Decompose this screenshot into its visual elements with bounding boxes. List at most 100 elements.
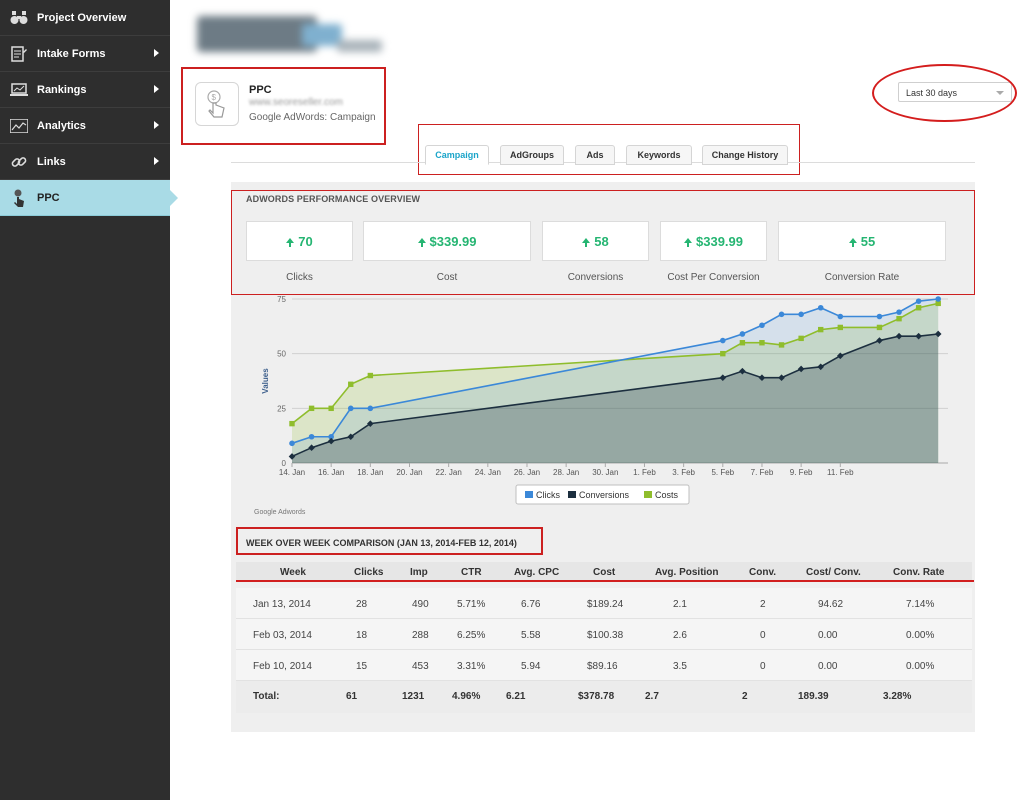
table-total-cell: 2 [742, 691, 748, 702]
x-tick-label: 20. Jan [396, 468, 422, 477]
page-title: PPC [249, 84, 272, 96]
ppc-icon [9, 189, 29, 207]
table-total-cell: 4.96% [452, 691, 481, 702]
column-header-cost-per-conv: Cost/ Conv. [806, 567, 861, 578]
data-point-clicks [876, 313, 883, 320]
data-point-costs [308, 405, 315, 412]
x-tick-label: 7. Feb [751, 468, 774, 477]
legend-swatch-clicks [525, 491, 533, 498]
table-cell: 3.5 [673, 661, 687, 672]
page-subtitle: Google AdWords: Campaign [249, 112, 376, 123]
x-tick-label: 16. Jan [318, 468, 344, 477]
sidebar-item-intake-forms[interactable]: Intake Forms [0, 36, 170, 72]
data-point-costs [876, 324, 883, 331]
form-icon [9, 45, 29, 63]
table-cell: 6.76 [521, 599, 541, 610]
data-point-costs [289, 420, 295, 427]
y-axis-label: Values [261, 368, 270, 394]
x-tick-label: 5. Feb [711, 468, 734, 477]
column-header-conv: Conv. [749, 567, 777, 578]
legend-swatch-conversions [568, 491, 576, 498]
table-cell: 2.6 [673, 630, 687, 641]
table-cell: 28 [356, 599, 368, 610]
x-tick-label: 18. Jan [357, 468, 383, 477]
table-cell: Feb 10, 2014 [253, 661, 312, 672]
sidebar-item-links[interactable]: Links [0, 144, 170, 180]
chevron-right-icon [154, 157, 159, 165]
data-point-clicks [798, 311, 804, 318]
table-cell: 453 [412, 661, 429, 672]
tab-campaign[interactable]: Campaign [425, 145, 489, 165]
sidebar-item-label: Project Overview [37, 11, 127, 24]
x-tick-label: 1. Feb [633, 468, 656, 477]
sidebar-item-analytics[interactable]: Analytics [0, 108, 170, 144]
y-tick-label: 25 [277, 404, 286, 413]
table-cell: 0.00 [818, 630, 838, 641]
table-cell: 3.31% [457, 661, 486, 672]
legend-label-conversions: Conversions [579, 490, 630, 500]
column-header-clicks: Clicks [354, 567, 384, 578]
data-point-clicks [759, 322, 765, 329]
legend-label-costs: Costs [655, 490, 679, 500]
table-cell: 6.25% [457, 630, 486, 641]
link-icon [9, 153, 29, 171]
x-tick-label: 14. Jan [279, 468, 305, 477]
data-point-costs [367, 372, 374, 379]
y-tick-label: 75 [277, 295, 286, 304]
table-cell: $89.16 [587, 661, 618, 672]
data-point-clicks [308, 433, 315, 440]
table-total-cell: Total: [253, 691, 280, 702]
table-total-cell: 2.7 [645, 691, 659, 702]
table-total-cell: 6.21 [506, 691, 526, 702]
column-header-week: Week [280, 567, 306, 578]
data-point-clicks [367, 405, 374, 412]
x-tick-label: 11. Feb [827, 468, 854, 477]
table-total-cell: 1231 [402, 691, 425, 702]
table-cell: 0 [760, 630, 766, 641]
overview-highlight [231, 190, 975, 295]
table-total-cell: $378.78 [578, 691, 615, 702]
table-cell: 5.71% [457, 599, 486, 610]
tab-ads[interactable]: Ads [575, 145, 615, 165]
table-cell: 0 [760, 661, 766, 672]
sidebar-item-project-overview[interactable]: Project Overview [0, 0, 170, 36]
week-comparison-title: WEEK OVER WEEK COMPARISON (JAN 13, 2014-… [246, 538, 517, 548]
data-point-clicks [817, 304, 824, 311]
data-point-clicks [896, 309, 902, 315]
column-header-avg-cpc: Avg. CPC [514, 567, 560, 578]
table-total-cell: 61 [346, 691, 358, 702]
svg-text:$: $ [212, 93, 217, 102]
x-tick-label: 24. Jan [475, 468, 501, 477]
data-point-costs [896, 315, 902, 322]
chart-credit: Google Adwords [254, 509, 306, 516]
tab-change-history[interactable]: Change History [702, 145, 788, 165]
sidebar-item-label: Links [37, 155, 66, 168]
data-point-costs [778, 342, 785, 348]
column-header-avg-position: Avg. Position [655, 567, 719, 578]
column-header-cost: Cost [593, 567, 616, 578]
chevron-right-icon [154, 121, 159, 129]
data-point-clicks [915, 298, 922, 304]
data-point-clicks [720, 337, 726, 344]
chevron-right-icon [154, 49, 159, 57]
column-header-ctr: CTR [461, 567, 482, 578]
data-point-costs [348, 381, 354, 387]
tab-keywords[interactable]: Keywords [626, 145, 692, 165]
table-cell: Feb 03, 2014 [253, 630, 312, 641]
sidebar-item-label: Analytics [37, 119, 86, 132]
x-tick-label: 22. Jan [436, 468, 462, 477]
x-tick-label: 28. Jan [553, 468, 579, 477]
tab-adgroups[interactable]: AdGroups [500, 145, 564, 165]
sidebar-item-ppc[interactable]: PPC [0, 180, 178, 216]
table-cell: 18 [356, 630, 368, 641]
data-point-costs [739, 340, 746, 346]
table-cell: 2 [760, 599, 766, 610]
data-point-costs [837, 324, 843, 331]
table-cell: Jan 13, 2014 [253, 599, 311, 610]
x-tick-label: 9. Feb [790, 468, 813, 477]
table-cell: 7.14% [906, 599, 935, 610]
sidebar-item-rankings[interactable]: Rankings [0, 72, 170, 108]
data-point-clicks [739, 331, 746, 337]
data-point-clicks [778, 311, 785, 318]
data-point-clicks [935, 296, 942, 302]
